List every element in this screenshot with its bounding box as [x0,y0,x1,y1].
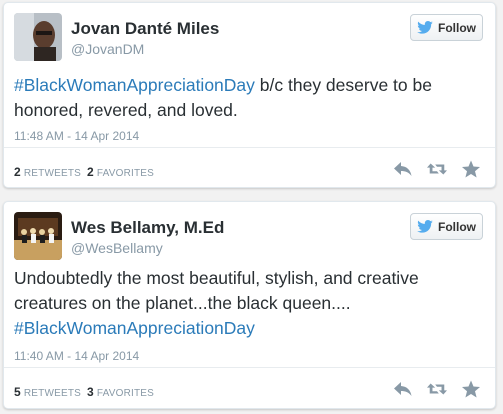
favorites-label: FAVORITES [96,168,155,179]
tweet-stats: 2 RETWEETS 2 FAVORITES [14,165,154,179]
divider [4,367,495,368]
favorites-count: 2 [87,165,94,179]
favorite-icon[interactable] [461,160,481,178]
follow-button[interactable]: Follow [410,213,483,240]
favorites-count: 3 [87,385,94,399]
author-handle[interactable]: @WesBellamy [71,240,163,256]
favorites-label: FAVORITES [96,388,155,399]
retweets-stat[interactable]: 5 RETWEETS [14,385,82,399]
tweet-stats: 5 RETWEETS 3 FAVORITES [14,385,154,399]
favorites-stat[interactable]: 2 FAVORITES [87,165,155,179]
tweet-text: #BlackWomanAppreciationDay b/c they dese… [14,73,477,123]
hashtag-link[interactable]: #BlackWomanAppreciationDay [14,75,255,95]
reply-icon[interactable] [393,380,413,398]
retweets-stat[interactable]: 2 RETWEETS [14,165,82,179]
retweet-icon[interactable] [427,380,447,398]
follow-label: Follow [438,20,476,35]
tweet-actions [393,380,481,398]
author-name[interactable]: Wes Bellamy, M.Ed [71,218,224,238]
author-name[interactable]: Jovan Danté Miles [71,19,219,39]
favorite-icon[interactable] [461,380,481,398]
tweet-text: Undoubtedly the most beautiful, stylish,… [14,266,477,341]
hashtag-link[interactable]: #BlackWomanAppreciationDay [14,318,255,338]
retweets-label: RETWEETS [23,388,82,399]
follow-button[interactable]: Follow [410,14,483,41]
tweet-actions [393,160,481,178]
twitter-bird-icon [417,220,433,233]
avatar[interactable] [14,212,62,260]
favorites-stat[interactable]: 3 FAVORITES [87,385,155,399]
timestamp[interactable]: 11:48 AM - 14 Apr 2014 [14,129,139,143]
timestamp[interactable]: 11:40 AM - 14 Apr 2014 [14,349,139,363]
reply-icon[interactable] [393,160,413,178]
follow-label: Follow [438,219,476,234]
retweets-label: RETWEETS [23,168,82,179]
avatar[interactable] [14,13,62,61]
author-handle[interactable]: @JovanDM [71,41,144,57]
tweet-text-before: Undoubtedly the most beautiful, stylish,… [14,268,419,313]
retweets-count: 2 [14,165,21,179]
tweet-card: Jovan Danté Miles @JovanDM Follow #Black… [3,2,496,188]
retweet-icon[interactable] [427,160,447,178]
retweets-count: 5 [14,385,21,399]
tweet-card: Wes Bellamy, M.Ed @WesBellamy Follow Und… [3,201,496,409]
twitter-bird-icon [417,21,433,34]
divider [4,147,495,148]
